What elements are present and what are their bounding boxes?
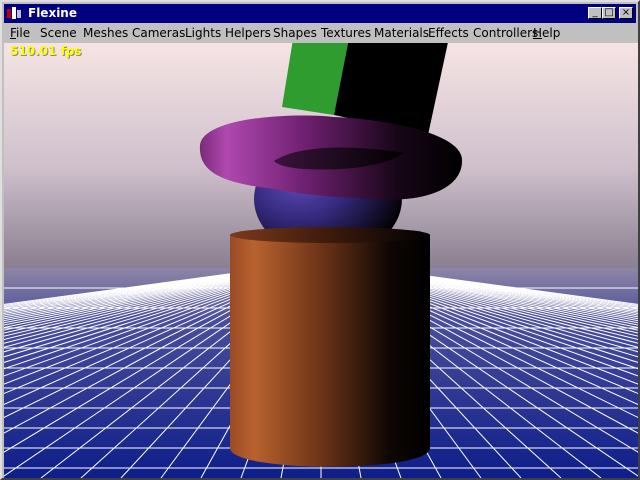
title-bar[interactable]: Flexine _ □ × <box>4 4 636 23</box>
menu-file-label: ile <box>16 26 31 40</box>
menu-help[interactable]: Help <box>533 26 560 40</box>
menu-lights[interactable]: Lights <box>185 26 221 40</box>
app-window: Flexine _ □ × File Scene Meshes Cameras … <box>0 0 640 480</box>
fps-counter: 510.01 fps <box>10 44 82 58</box>
maximize-button[interactable]: □ <box>602 7 616 19</box>
3d-viewport[interactable]: 510.01 fps <box>4 43 638 478</box>
close-icon: × <box>621 7 631 18</box>
menu-help-accel: H <box>533 26 543 40</box>
menu-shapes[interactable]: Shapes <box>273 26 317 40</box>
menu-cameras[interactable]: Cameras <box>132 26 185 40</box>
menu-help-label: elp <box>542 26 561 40</box>
menu-bar: File Scene Meshes Cameras Lights Helpers… <box>4 23 636 43</box>
menu-file[interactable]: File <box>10 26 30 40</box>
close-button[interactable]: × <box>619 7 633 19</box>
maximize-icon: □ <box>604 7 614 18</box>
brown-cylinder <box>230 227 430 467</box>
minimize-icon: _ <box>592 7 598 18</box>
window-title: Flexine <box>28 6 77 20</box>
menu-scene[interactable]: Scene <box>40 26 77 40</box>
menu-textures[interactable]: Textures <box>321 26 371 40</box>
menu-helpers[interactable]: Helpers <box>225 26 271 40</box>
menu-effects[interactable]: Effects <box>428 26 469 40</box>
menu-meshes[interactable]: Meshes <box>83 26 128 40</box>
menu-materials[interactable]: Materials <box>374 26 429 40</box>
scene-canvas <box>4 43 638 478</box>
menu-controllers[interactable]: Controllers <box>473 26 538 40</box>
minimize-button[interactable]: _ <box>588 7 602 19</box>
app-icon[interactable] <box>6 6 22 21</box>
